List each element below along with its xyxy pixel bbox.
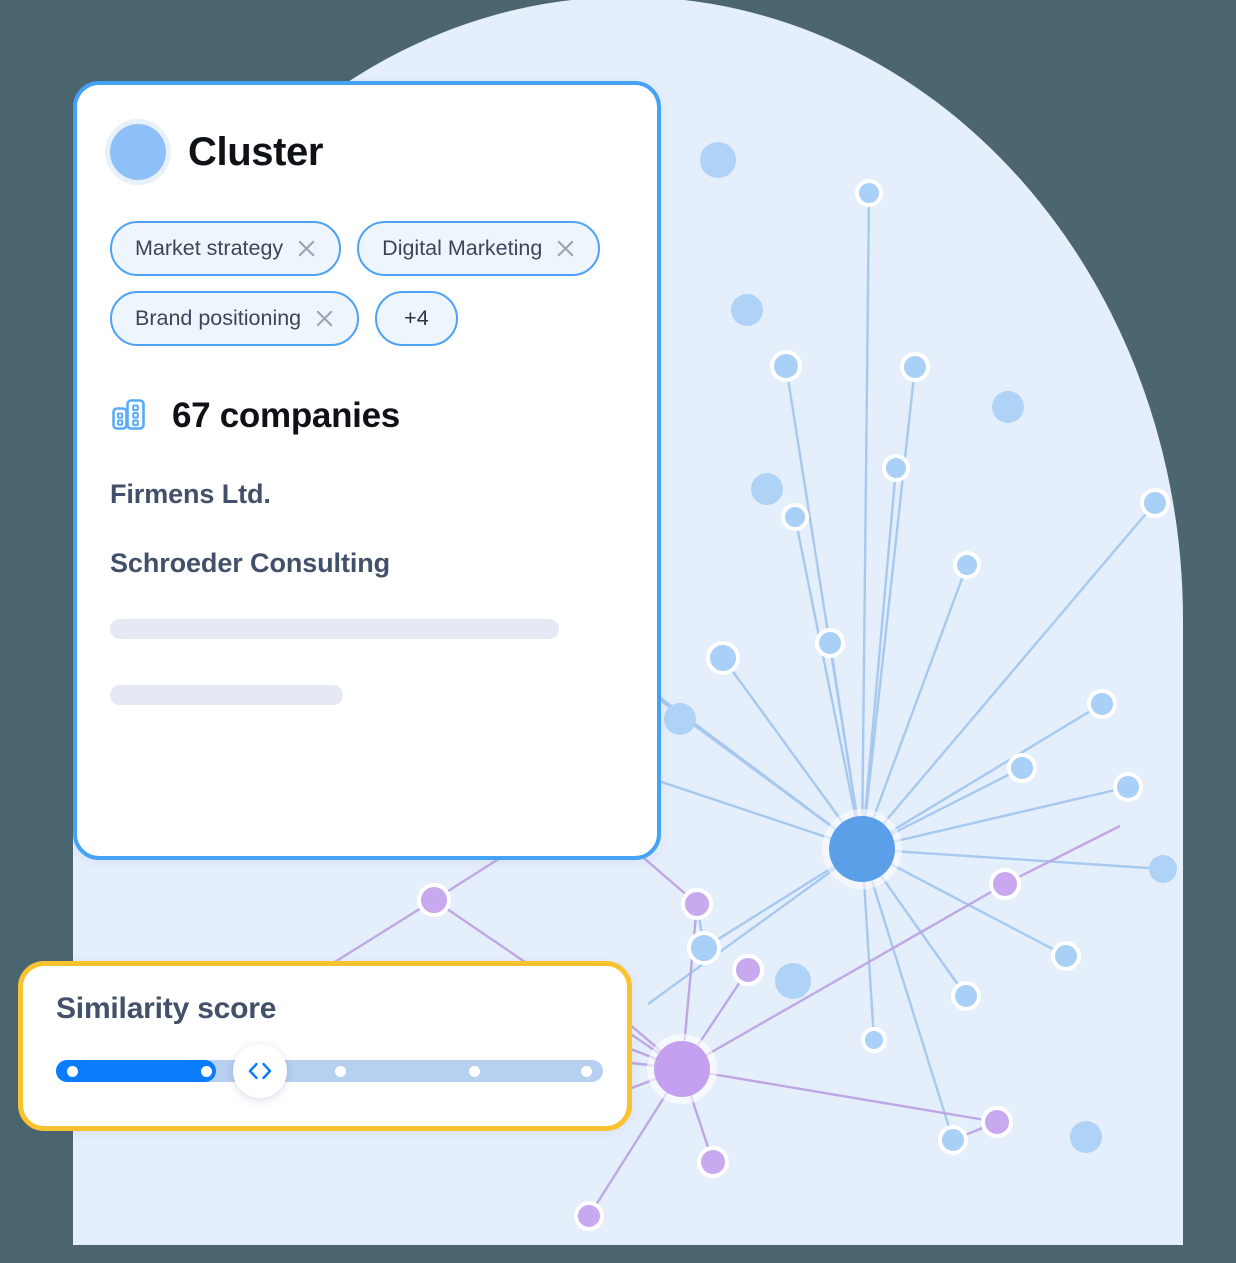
similarity-score-slider[interactable] [56,1044,603,1098]
placeholder-row [110,619,559,639]
tag-label: Digital Marketing [382,235,543,260]
code-chevrons-icon [248,1062,272,1080]
similarity-score-card: Similarity score [18,961,632,1131]
companies-summary: 67 companies [77,346,657,435]
cluster-dot-icon [110,124,166,180]
cluster-detail-card: Cluster Market strategy Digital Marketin… [73,81,661,860]
graph-hub-blue[interactable] [822,809,902,889]
close-icon[interactable] [315,309,334,328]
tag-chip-market-strategy[interactable]: Market strategy [110,221,342,276]
close-icon[interactable] [297,239,316,258]
tag-chip-brand-positioning[interactable]: Brand positioning [110,291,360,346]
slider-fill [56,1060,216,1082]
placeholder-row [110,685,343,705]
page-title: Cluster [188,130,324,174]
cluster-card-header: Cluster [77,85,657,180]
slider-tick-1[interactable] [201,1065,212,1077]
tag-chip-digital-marketing[interactable]: Digital Marketing [357,221,601,276]
companies-count-label: 67 companies [172,395,400,435]
tag-label: +4 [404,305,429,330]
app-canvas: Cluster Market strategy Digital Marketin… [0,0,1236,1263]
close-icon[interactable] [556,239,575,258]
slider-tick-0[interactable] [67,1065,78,1077]
tag-label: Market strategy [135,235,284,260]
tag-label: Brand positioning [135,305,302,330]
graph-nodes-unlinked [664,142,1177,1153]
tag-chip-more-count[interactable]: +4 [375,291,458,346]
list-item[interactable]: Schroeder Consulting [110,550,657,577]
cluster-tag-list: Market strategy Digital Marketing Brand … [77,180,657,346]
similarity-score-title: Similarity score [56,992,277,1025]
slider-tick-2[interactable] [335,1065,346,1077]
graph-hub-purple[interactable] [647,1034,717,1104]
slider-handle[interactable] [233,1044,287,1098]
slider-tick-4[interactable] [581,1065,592,1077]
buildings-icon [112,399,145,430]
company-list: Firmens Ltd. Schroeder Consulting [77,435,657,705]
slider-tick-3[interactable] [469,1065,480,1077]
list-item[interactable]: Firmens Ltd. [110,481,657,508]
